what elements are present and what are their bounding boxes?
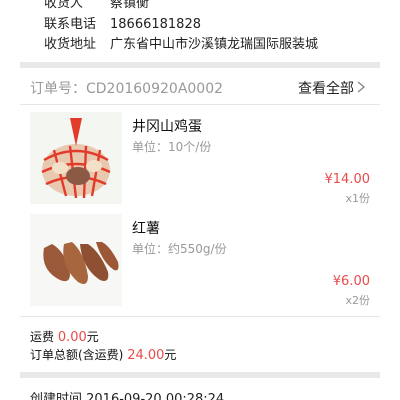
phone-value: 18666181828 <box>110 17 201 32</box>
shipping-fee-unit: 元 <box>86 330 99 344</box>
divider <box>20 104 380 105</box>
order-item[interactable]: 红薯 单位：约550g/份 ¥6.00 x2份 <box>20 210 380 310</box>
address-value: 广东省中山市沙溪镇龙瑞国际服装城 <box>110 37 319 52</box>
order-total-row: 订单总额(含运费) 24.00元 <box>30 346 176 364</box>
phone-row: 联系电话 18666181828 <box>44 14 201 36</box>
view-all-link[interactable]: 查看全部 <box>298 78 354 98</box>
receiver-row: 收货人 蔡镇衡 <box>44 0 149 15</box>
order-item[interactable]: 井冈山鸡蛋 单位：10个/份 ¥14.00 x1份 <box>20 108 380 208</box>
product-name: 红薯 <box>132 221 160 237</box>
product-price: ¥6.00 <box>332 274 370 289</box>
phone-label: 联系电话 <box>44 17 97 32</box>
product-unit: 单位：10个/份 <box>132 140 212 154</box>
product-unit: 单位：约550g/份 <box>132 242 227 256</box>
shipping-fee-value: 0.00 <box>57 330 87 345</box>
shipping-fee-row: 运费 0.00元 <box>30 328 176 346</box>
order-number: 订单号：CD20160920A0002 <box>30 81 224 97</box>
order-total-label: 订单总额(含运费) <box>30 348 124 362</box>
section-separator <box>20 62 380 68</box>
chevron-right-icon[interactable] <box>354 80 368 94</box>
shipping-address-card: 收货人 蔡镇衡 联系电话 18666181828 收货地址 广东省中山市沙溪镇龙… <box>0 0 400 62</box>
order-total-unit: 元 <box>164 348 177 362</box>
order-total-value: 24.00 <box>127 348 165 363</box>
order-header: 订单号：CD20160920A0002 查看全部 <box>20 72 380 104</box>
created-time: 创建时间 2016-09-20 00:28:24 <box>30 392 225 400</box>
section-separator <box>20 372 380 378</box>
receiver-value: 蔡镇衡 <box>110 0 150 11</box>
product-name: 井冈山鸡蛋 <box>132 119 202 135</box>
receiver-label: 收货人 <box>44 0 84 11</box>
product-price: ¥14.00 <box>324 172 371 187</box>
product-quantity: x1份 <box>345 192 370 205</box>
shipping-fee-label: 运费 <box>30 330 55 344</box>
egg-product-image <box>30 112 122 204</box>
address-row: 收货地址 广东省中山市沙溪镇龙瑞国际服装城 <box>44 34 318 56</box>
divider <box>20 316 380 317</box>
order-totals: 运费 0.00元 订单总额(含运费) 24.00元 <box>30 328 176 364</box>
sweet-potato-product-image <box>30 214 122 306</box>
address-label: 收货地址 <box>44 37 97 52</box>
product-quantity: x2份 <box>345 294 370 307</box>
